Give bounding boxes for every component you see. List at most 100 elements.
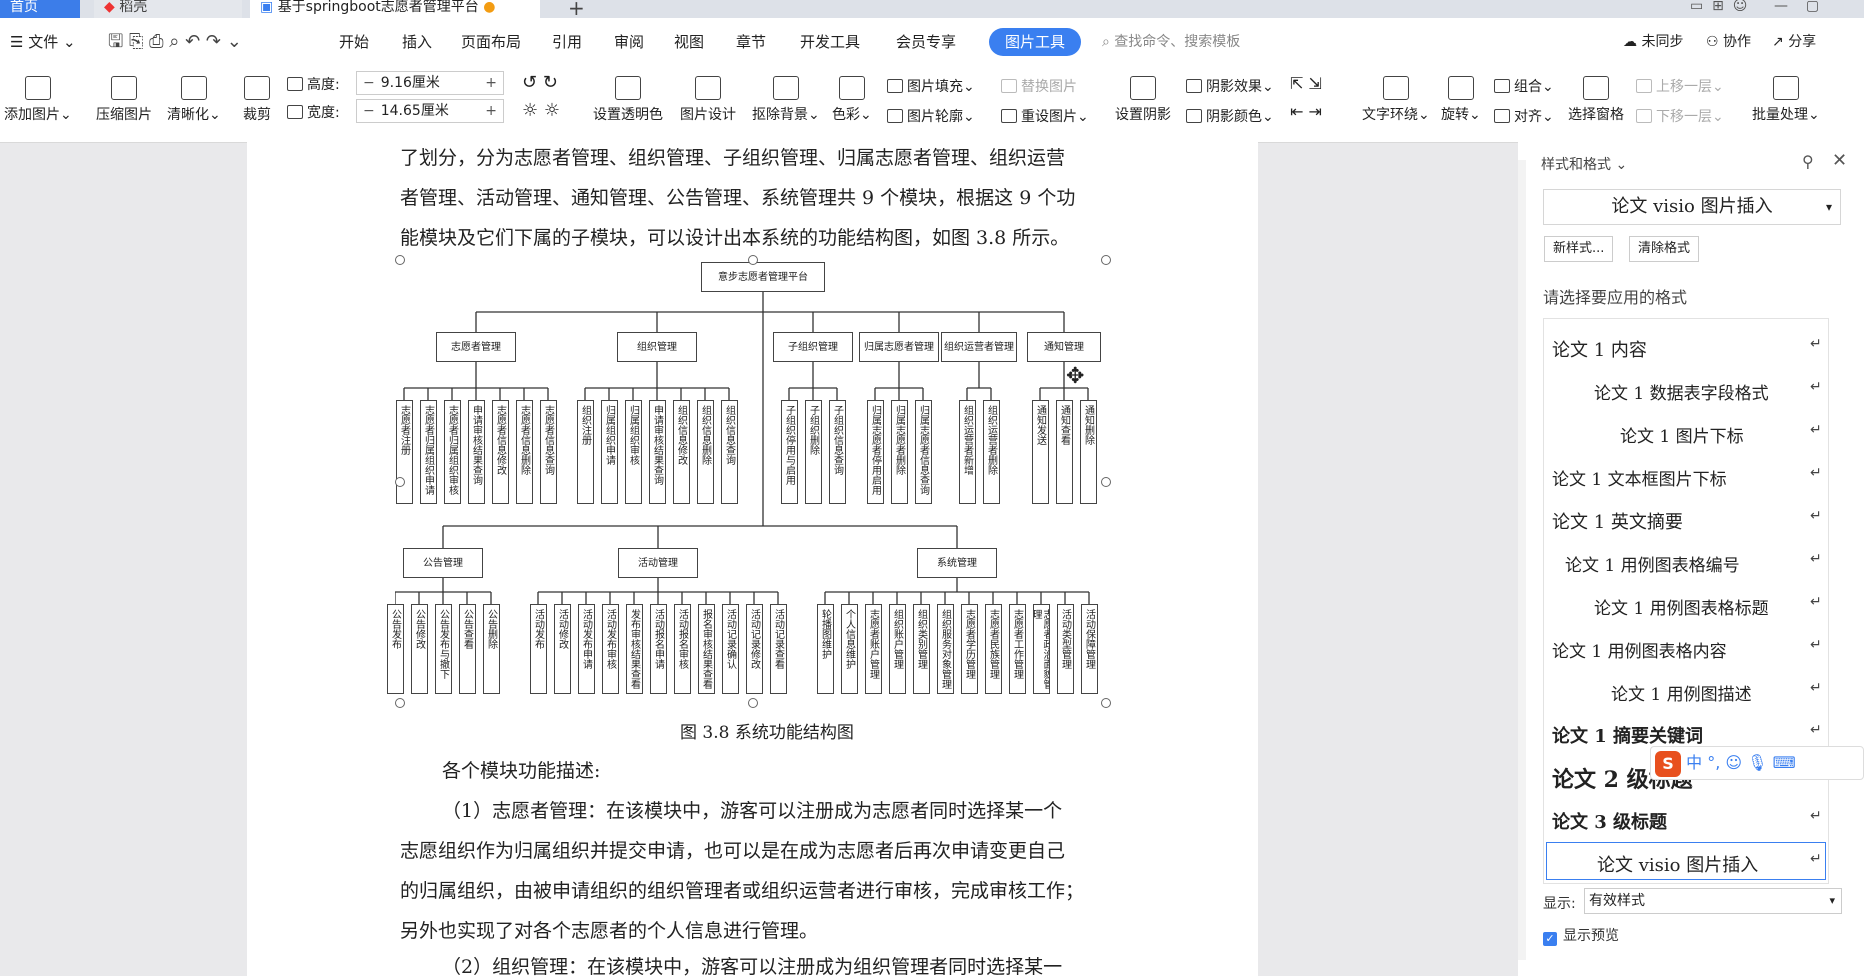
set-shadow-button[interactable]: 设置阴影 — [1115, 76, 1171, 124]
close-icon[interactable]: ✕ — [1832, 150, 1847, 171]
resize-handle[interactable] — [748, 255, 758, 265]
style-item[interactable]: 论文 1 数据表字段格式 — [1594, 379, 1769, 404]
sharpen-button[interactable]: 清晰化⌄ — [167, 76, 221, 124]
shadow-nudge-icons[interactable]: ⇱ ⇲ — [1290, 74, 1322, 93]
ime-punctuation[interactable]: °, — [1707, 753, 1720, 772]
style-item[interactable]: 论文 1 摘要关键词 — [1552, 722, 1703, 748]
diagram-leaf-node: 活动发布申请 — [577, 604, 595, 694]
share-button[interactable]: ↗ 分享 — [1772, 18, 1816, 66]
width-input[interactable]: −14.65厘米 + — [356, 99, 504, 123]
batch-process-button[interactable]: 批量处理⌄ — [1752, 76, 1820, 124]
menu-view[interactable]: 视图 — [674, 18, 704, 66]
crop-button[interactable]: 裁剪 — [243, 76, 271, 124]
brightness-icon[interactable]: ☼ ☼ — [522, 100, 560, 121]
diagram-leaf-node: 志愿者注册 — [395, 400, 413, 504]
diagram-leaf-node: 子组织信息查询 — [828, 400, 846, 504]
sync-status[interactable]: ☁ 未同步 — [1623, 18, 1683, 66]
style-item[interactable]: 论文 1 文本框图片下标 — [1552, 465, 1727, 490]
bring-forward-button[interactable]: 上移一层⌄ — [1636, 76, 1724, 96]
clear-format-button[interactable]: 清除格式 — [1629, 236, 1700, 262]
diagram-leaf-node: 活动类型管理 — [1056, 604, 1074, 694]
rotate-left-icon[interactable]: ↺ ↻ — [522, 72, 558, 93]
shadow-effect-label: 阴影效果 — [1206, 79, 1262, 95]
menu-chapter[interactable]: 章节 — [736, 18, 766, 66]
new-style-button[interactable]: 新样式... — [1544, 236, 1614, 262]
function-structure-diagram[interactable]: 意步志愿者管理平台 志愿者管理 志愿者注册 志愿者归属组织申请 志愿者归属组织审核 申请… — [386, 256, 1109, 704]
quick-access-icons[interactable]: 🖫 ⎘ ⎙ ⌕ ↶ ↷ ⌄ — [108, 18, 242, 66]
style-item[interactable]: 论文 1 英文摘要 — [1552, 508, 1683, 534]
image-outline-button[interactable]: 图片轮廓⌄ — [887, 106, 975, 126]
tab-document[interactable]: ▣ 基于springboot志愿者管理平台 ● — [250, 0, 540, 18]
resize-handle[interactable] — [395, 477, 405, 487]
ime-language[interactable]: 中 — [1686, 753, 1702, 772]
pin-icon[interactable]: ⚲ — [1802, 152, 1814, 171]
width-decrease[interactable]: − — [357, 103, 381, 119]
emoji-icon[interactable]: ☺ — [1725, 753, 1742, 772]
resize-handle[interactable] — [1101, 477, 1111, 487]
resize-handle[interactable] — [748, 698, 758, 708]
compress-image-button[interactable]: 压缩图片 — [96, 76, 152, 124]
style-item[interactable]: 论文 1 内容 — [1552, 336, 1647, 362]
set-transparent-button[interactable]: 设置透明色 — [593, 76, 663, 124]
display-filter-select[interactable]: 有效样式 ▾ — [1584, 888, 1842, 914]
shadow-nudge-icons-2[interactable]: ⇤ ⇥ — [1290, 102, 1322, 121]
tab-home[interactable]: 首页 — [0, 0, 80, 18]
style-item[interactable]: 论文 3 级标题 — [1552, 808, 1667, 834]
style-item[interactable]: 论文 1 用例图描述 — [1611, 680, 1752, 705]
width-increase[interactable]: + — [485, 100, 497, 122]
tab-daoke[interactable]: ◆ 稻壳 — [94, 0, 242, 18]
menu-devtools[interactable]: 开发工具 — [800, 18, 860, 66]
height-input[interactable]: −9.16厘米 + — [356, 71, 504, 95]
show-preview-checkbox[interactable]: ✓ 显示预览 — [1543, 925, 1619, 946]
reset-image-button[interactable]: 重设图片⌄ — [1001, 106, 1089, 126]
styles-panel-title[interactable]: 样式和格式 ⌄ — [1541, 154, 1627, 174]
command-search[interactable]: ⌕ 查找命令、搜索模板 — [1102, 28, 1240, 56]
style-item[interactable]: 论文 visio 图片插入 — [1597, 851, 1758, 877]
shadow-effect-button[interactable]: 阴影效果⌄ — [1186, 76, 1274, 96]
color-icon — [838, 76, 865, 100]
selection-pane-button[interactable]: 选择窗格 — [1568, 76, 1624, 124]
collab-label: 协作 — [1723, 34, 1752, 50]
shadow-color-button[interactable]: 阴影颜色⌄ — [1186, 106, 1274, 126]
tab-picture-tools[interactable]: 图片工具 — [989, 28, 1082, 56]
align-button[interactable]: 对齐⌄ — [1494, 106, 1554, 126]
text-wrap-button[interactable]: 文字环绕⌄ — [1362, 76, 1430, 124]
ime-toolbar[interactable]: S 中 °, ☺ 🎙 ⌨ — [1650, 746, 1864, 780]
remove-bg-button[interactable]: 抠除背景⌄ — [752, 76, 820, 124]
group-button[interactable]: 组合⌄ — [1494, 76, 1554, 96]
menu-start[interactable]: 开始 — [339, 18, 369, 66]
diagram-leaf-node: 公告删除 — [482, 604, 500, 694]
menu-insert[interactable]: 插入 — [402, 18, 432, 66]
height-increase[interactable]: + — [485, 72, 497, 94]
image-fill-button[interactable]: 图片填充⌄ — [887, 76, 975, 96]
document-scrollbar[interactable] — [1518, 160, 1526, 960]
rotate-button[interactable]: 旋转⌄ — [1441, 76, 1481, 124]
resize-handle[interactable] — [1101, 698, 1111, 708]
style-item[interactable]: 论文 1 用例图表格标题 — [1594, 594, 1769, 619]
send-backward-button[interactable]: 下移一层⌄ — [1636, 106, 1724, 126]
collab-button[interactable]: ⚇ 协作 — [1706, 18, 1751, 66]
style-item[interactable]: 论文 1 用例图表格编号 — [1565, 551, 1740, 576]
add-image-button[interactable]: 添加图片⌄ — [4, 76, 72, 124]
diagram-leaf-node: 子组织删除 — [804, 400, 822, 504]
height-decrease[interactable]: − — [357, 75, 381, 91]
resize-handle[interactable] — [395, 255, 405, 265]
diagram-root-node: 意步志愿者管理平台 — [701, 262, 825, 292]
image-design-button[interactable]: 图片设计 — [680, 76, 736, 124]
style-item[interactable]: 论文 1 用例图表格内容 — [1552, 637, 1727, 662]
menu-references[interactable]: 引用 — [552, 18, 582, 66]
file-menu[interactable]: ☰ 文件 ⌄ — [10, 18, 76, 66]
menu-layout[interactable]: 页面布局 — [461, 18, 521, 66]
current-style-dropdown[interactable]: 论文 visio 图片插入 ▾ — [1543, 189, 1841, 225]
microphone-icon[interactable]: 🎙 — [1747, 753, 1767, 772]
resize-handle[interactable] — [395, 698, 405, 708]
new-tab-button[interactable]: + — [568, 0, 585, 20]
color-button[interactable]: 色彩⌄ — [832, 76, 872, 124]
diagram-leaf-node: 志愿者工作管理 — [1008, 604, 1026, 694]
menu-review[interactable]: 审阅 — [614, 18, 644, 66]
replace-image-button[interactable]: 替换图片 — [1001, 76, 1077, 96]
keyboard-icon[interactable]: ⌨ — [1773, 753, 1796, 772]
menu-member[interactable]: 会员专享 — [896, 18, 956, 66]
style-item[interactable]: 论文 1 图片下标 — [1620, 422, 1744, 447]
resize-handle[interactable] — [1101, 255, 1111, 265]
